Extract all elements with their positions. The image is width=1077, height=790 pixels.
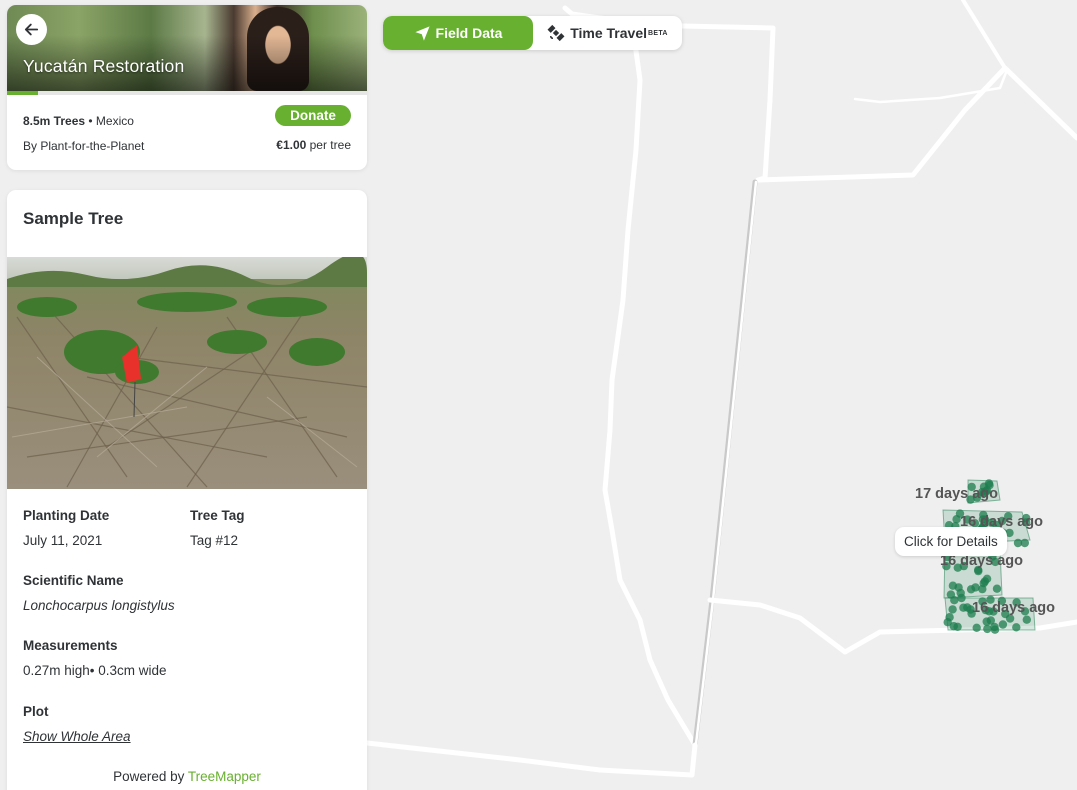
- tree-point[interactable]: [959, 603, 968, 612]
- planting-date-value: July 11, 2021: [23, 533, 103, 548]
- tree-point[interactable]: [953, 622, 962, 631]
- tree-count: 8.5m Trees: [23, 114, 86, 128]
- tree-point[interactable]: [992, 584, 1002, 593]
- tree-point[interactable]: [1012, 623, 1021, 632]
- donate-button[interactable]: Donate: [275, 105, 351, 126]
- tree-point[interactable]: [945, 613, 954, 622]
- planting-date-label: Planting Date: [23, 508, 110, 523]
- tree-point[interactable]: [983, 624, 992, 634]
- tree-tag-value: Tag #12: [190, 533, 239, 548]
- map-tooltip[interactable]: Click for Details: [895, 527, 1007, 556]
- project-country: Mexico: [95, 114, 134, 128]
- beta-badge: BETA: [648, 29, 668, 37]
- satellite-icon: [547, 24, 565, 42]
- field-data-button[interactable]: Field Data: [383, 16, 533, 50]
- location-arrow-icon: [414, 25, 430, 41]
- tree-point[interactable]: [950, 596, 959, 605]
- tree-point[interactable]: [972, 623, 981, 632]
- tree-point[interactable]: [954, 583, 963, 592]
- time-travel-button[interactable]: Time Travel BETA: [533, 16, 682, 50]
- tree-point[interactable]: [971, 583, 980, 592]
- map-label-16-days-c: 16 days ago: [972, 600, 1055, 616]
- treemapper-link[interactable]: TreeMapper: [188, 769, 261, 784]
- project-hero-image: Yucatán Restoration: [7, 5, 367, 91]
- measurements-label: Measurements: [23, 638, 118, 653]
- plot-label: Plot: [23, 704, 49, 719]
- scientific-name-value: Lonchocarpus longistylus: [23, 598, 175, 613]
- tree-photo: [7, 257, 367, 489]
- project-title: Yucatán Restoration: [23, 56, 185, 76]
- show-whole-area-link[interactable]: Show Whole Area: [23, 729, 131, 744]
- sample-tree-card: Sample Tree Planting Date July 11, 2021 …: [7, 190, 367, 790]
- tree-point[interactable]: [957, 593, 966, 603]
- tree-point[interactable]: [980, 577, 990, 586]
- project-card: Yucatán Restoration 8.5m Trees • Mexico …: [7, 5, 367, 170]
- back-button[interactable]: [16, 14, 47, 45]
- view-toggle: Field Data Time Travel BETA: [383, 16, 682, 50]
- project-owner: By Plant-for-the-Planet: [23, 139, 145, 153]
- sample-tree-heading: Sample Tree: [23, 209, 124, 228]
- map-label-17-days: 17 days ago: [915, 486, 998, 502]
- time-travel-label: Time Travel: [570, 25, 648, 41]
- scientific-name-label: Scientific Name: [23, 573, 124, 588]
- tree-point[interactable]: [1013, 538, 1023, 548]
- tooltip-text: Click for Details: [904, 534, 998, 549]
- field-data-label: Field Data: [435, 25, 503, 41]
- tree-point[interactable]: [948, 605, 957, 614]
- tree-tag-label: Tree Tag: [190, 508, 245, 523]
- powered-by: Powered by TreeMapper: [113, 769, 261, 784]
- price-per-tree: €1.00 per tree: [276, 138, 351, 152]
- tree-point[interactable]: [1022, 615, 1031, 624]
- tree-point[interactable]: [998, 620, 1008, 629]
- measurements-value: 0.27m high• 0.3cm wide: [23, 663, 167, 678]
- tree-point[interactable]: [986, 616, 995, 625]
- arrow-left-icon: [24, 23, 39, 36]
- tree-point[interactable]: [990, 625, 1000, 634]
